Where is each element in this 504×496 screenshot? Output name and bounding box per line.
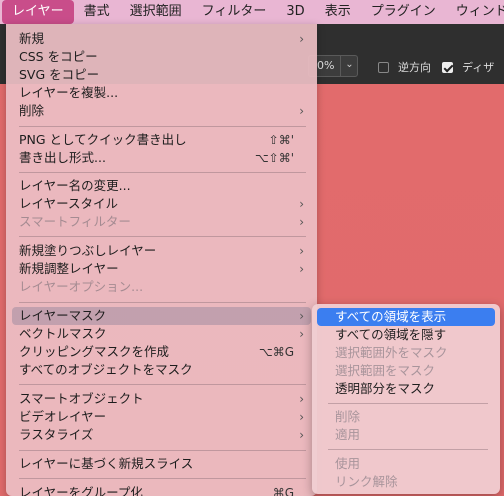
menu-layer[interactable]: レイヤー [2,0,74,24]
checkbox-checked-icon[interactable] [442,61,453,73]
menu-item-copy-svg[interactable]: SVG をコピー [12,66,311,84]
menu-item-label: SVG をコピー [19,67,100,82]
menu-item-create-clipping-mask[interactable]: クリッピングマスクを作成 ⌥⌘G [12,343,311,361]
menu-item-shortcut: ⌘G [272,486,294,496]
menu-item-layer-options: レイヤーオプション... [12,278,311,296]
menu-item-shortcut: ⌥⌘G [258,345,294,359]
menu-item-rasterize[interactable]: ラスタライズ › [12,426,311,444]
menu-item-export-as[interactable]: 書き出し形式... ⌥⇧⌘' [12,149,311,167]
menu-view[interactable]: 表示 [315,0,361,24]
dither-checkbox[interactable]: ディザ [442,60,494,74]
menu-item-label: レイヤーをグループ化 [19,485,143,496]
submenu-item-unlink: リンク解除 [335,474,398,489]
layer-mask-submenu: すべての領域を表示 すべての領域を隠す 選択範囲外をマスク 選択範囲をマスク 透… [312,304,500,494]
reverse-checkbox[interactable]: 逆方向 [378,60,431,74]
menu-item-shortcut: ⌥⇧⌘' [254,151,294,165]
submenu-separator [328,449,488,450]
menu-bar: レイヤー 書式 選択範囲 フィルター 3D 表示 プラグイン ウィンドウ [0,0,504,24]
menu-separator [19,236,306,237]
chevron-right-icon: › [299,104,304,118]
menu-item-label: スマートフィルター [19,214,131,229]
chevron-right-icon: › [299,262,304,276]
menu-item-quick-export-png[interactable]: PNG としてクイック書き出し ⇧⌘' [12,131,311,149]
menu-item-label: レイヤーオプション... [19,279,144,294]
menu-item-smart-objects[interactable]: スマートオブジェクト › [12,390,311,408]
chevron-right-icon: › [299,392,304,406]
menu-item-label: クリッピングマスクを作成 [19,344,170,359]
menu-select[interactable]: 選択範囲 [120,0,192,24]
menu-item-label: 新規塗りつぶしレイヤー [19,243,157,258]
dither-label: ディザ [462,61,495,74]
menu-type[interactable]: 書式 [74,0,120,24]
submenu-item-apply: 適用 [335,427,361,442]
menu-item-smart-filter: スマートフィルター › [12,213,311,231]
chevron-right-icon: › [299,197,304,211]
chevron-right-icon: › [299,327,304,341]
menu-item-label: 書き出し形式... [19,150,106,165]
menu-window[interactable]: ウィンドウ [446,0,504,24]
menu-item-label: レイヤーマスク [19,308,107,323]
menu-plugins[interactable]: プラグイン [361,0,446,24]
submenu-item-from-transparency[interactable]: 透明部分をマスク [317,380,495,398]
chevron-right-icon: › [299,215,304,229]
menu-item-delete[interactable]: 削除 › [12,102,311,120]
menu-item-label: レイヤーに基づく新規スライス [19,456,194,471]
menu-item-copy-css[interactable]: CSS をコピー [12,48,311,66]
menu-item-label: レイヤースタイル [19,196,119,211]
menu-item-layer-mask[interactable]: レイヤーマスク › [12,307,311,325]
menu-item-group-layers[interactable]: レイヤーをグループ化 ⌘G [12,484,311,496]
menu-item-new-adjustment-layer[interactable]: 新規調整レイヤー › [12,260,311,278]
menu-separator [19,126,306,127]
menu-3d[interactable]: 3D [276,0,314,24]
submenu-item-enable: 使用 [335,456,361,471]
menu-separator [19,172,306,173]
menu-item-shortcut: ⇧⌘' [268,133,294,147]
menu-item-label: ビデオレイヤー [19,409,107,424]
submenu-item-reveal-all[interactable]: すべての領域を表示 [317,308,495,326]
menu-item-label: ベクトルマスク [19,326,107,341]
submenu-item-delete: 削除 [335,409,361,424]
menu-item-label: スマートオブジェクト [19,391,144,406]
chevron-right-icon: › [299,428,304,442]
layer-menu: 新規 › CSS をコピー SVG をコピー レイヤーを複製... 削除 › P… [6,24,317,496]
menu-separator [19,450,306,451]
menu-item-new[interactable]: 新規 › [12,30,311,48]
menu-item-duplicate-layer[interactable]: レイヤーを複製... [12,84,311,102]
chevron-right-icon: › [299,309,304,323]
menu-item-new-layer-based-slice[interactable]: レイヤーに基づく新規スライス [12,455,311,473]
menu-item-rename-layer[interactable]: レイヤー名の変更... [12,177,311,195]
menu-item-label: 新規 [19,31,45,46]
menu-item-video-layers[interactable]: ビデオレイヤー › [12,408,311,426]
submenu-item-hide-all[interactable]: すべての領域を隠す [317,326,495,344]
menu-item-label: CSS をコピー [19,49,98,64]
checkbox-icon[interactable] [378,61,389,73]
menu-item-label: レイヤーを複製... [19,85,119,100]
menu-separator [19,384,306,385]
menu-item-new-fill-layer[interactable]: 新規塗りつぶしレイヤー › [12,242,311,260]
menu-item-label: レイヤー名の変更... [19,178,131,193]
chevron-right-icon: › [299,410,304,424]
menu-separator [19,302,306,303]
chevron-right-icon: › [299,32,304,46]
submenu-item-reveal-selection: 選択範囲外をマスク [335,345,448,360]
menu-item-mask-all-objects[interactable]: すべてのオブジェクトをマスク [12,361,311,379]
submenu-separator [328,403,488,404]
menu-item-label: ラスタライズ [19,427,94,442]
menu-item-label: 削除 [19,103,45,118]
chevron-down-icon[interactable]: ⌄ [340,55,358,77]
menu-item-label: 新規調整レイヤー [19,261,119,276]
menu-filter[interactable]: フィルター [192,0,277,24]
menu-item-label: PNG としてクイック書き出し [19,132,187,147]
submenu-item-hide-selection: 選択範囲をマスク [335,363,436,378]
menu-item-label: すべてのオブジェクトをマスク [19,362,193,377]
chevron-right-icon: › [299,244,304,258]
reverse-label: 逆方向 [398,61,431,74]
menu-item-vector-mask[interactable]: ベクトルマスク › [12,325,311,343]
menu-separator [19,478,306,479]
menu-item-layer-style[interactable]: レイヤースタイル › [12,195,311,213]
